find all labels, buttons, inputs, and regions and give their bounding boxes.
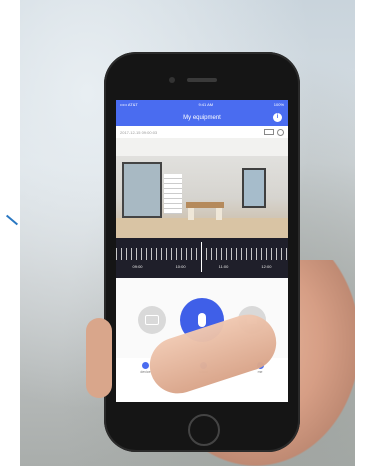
- floor: [116, 218, 288, 238]
- device-icon: [141, 362, 149, 369]
- battery-icon: [264, 129, 274, 135]
- carrier-label: ••••• AT&T: [120, 102, 138, 107]
- window-left: [122, 162, 162, 218]
- snapshot-button[interactable]: [138, 306, 166, 334]
- timestamp-bar: 2017-12-15 09:00:03: [116, 126, 288, 138]
- app-header: My equipment i: [116, 109, 288, 126]
- tab-label: me: [257, 370, 263, 374]
- product-photo: ••••• AT&T 9:41 AM 100% My equipment i 2…: [20, 0, 355, 466]
- page-title: My equipment: [183, 114, 221, 121]
- info-icon[interactable]: i: [273, 113, 282, 122]
- battery-label: 100%: [273, 102, 284, 107]
- chair: [188, 208, 194, 220]
- chair: [216, 208, 222, 220]
- camera-feed: [116, 138, 288, 238]
- front-camera-icon: [169, 77, 175, 83]
- playback-timeline[interactable]: 09:00 10:00 11:00 12:00: [116, 238, 288, 278]
- timeline-label: 11:00: [218, 264, 229, 269]
- timeline-ticks: [116, 248, 288, 260]
- timeline-label: 09:00: [132, 264, 143, 269]
- status-bar: ••••• AT&T 9:41 AM 100%: [116, 100, 288, 109]
- decorative-stroke: [5, 214, 19, 226]
- microphone-icon: [198, 313, 206, 327]
- timeline-label: 12:00: [261, 264, 272, 269]
- timeline-label: 10:00: [175, 264, 186, 269]
- tab-label: device: [140, 370, 151, 374]
- camera-icon: [145, 315, 159, 325]
- ceiling: [116, 138, 288, 156]
- staircase: [164, 174, 182, 214]
- clock-label: 9:41 AM: [198, 102, 214, 107]
- finger: [86, 318, 112, 398]
- video-timestamp: 2017-12-15 09:00:03: [120, 129, 158, 135]
- earpiece-speaker: [187, 78, 217, 82]
- settings-icon[interactable]: [277, 128, 284, 136]
- window-right: [242, 168, 266, 208]
- home-button[interactable]: [188, 414, 220, 446]
- smartphone: ••••• AT&T 9:41 AM 100% My equipment i 2…: [104, 52, 300, 452]
